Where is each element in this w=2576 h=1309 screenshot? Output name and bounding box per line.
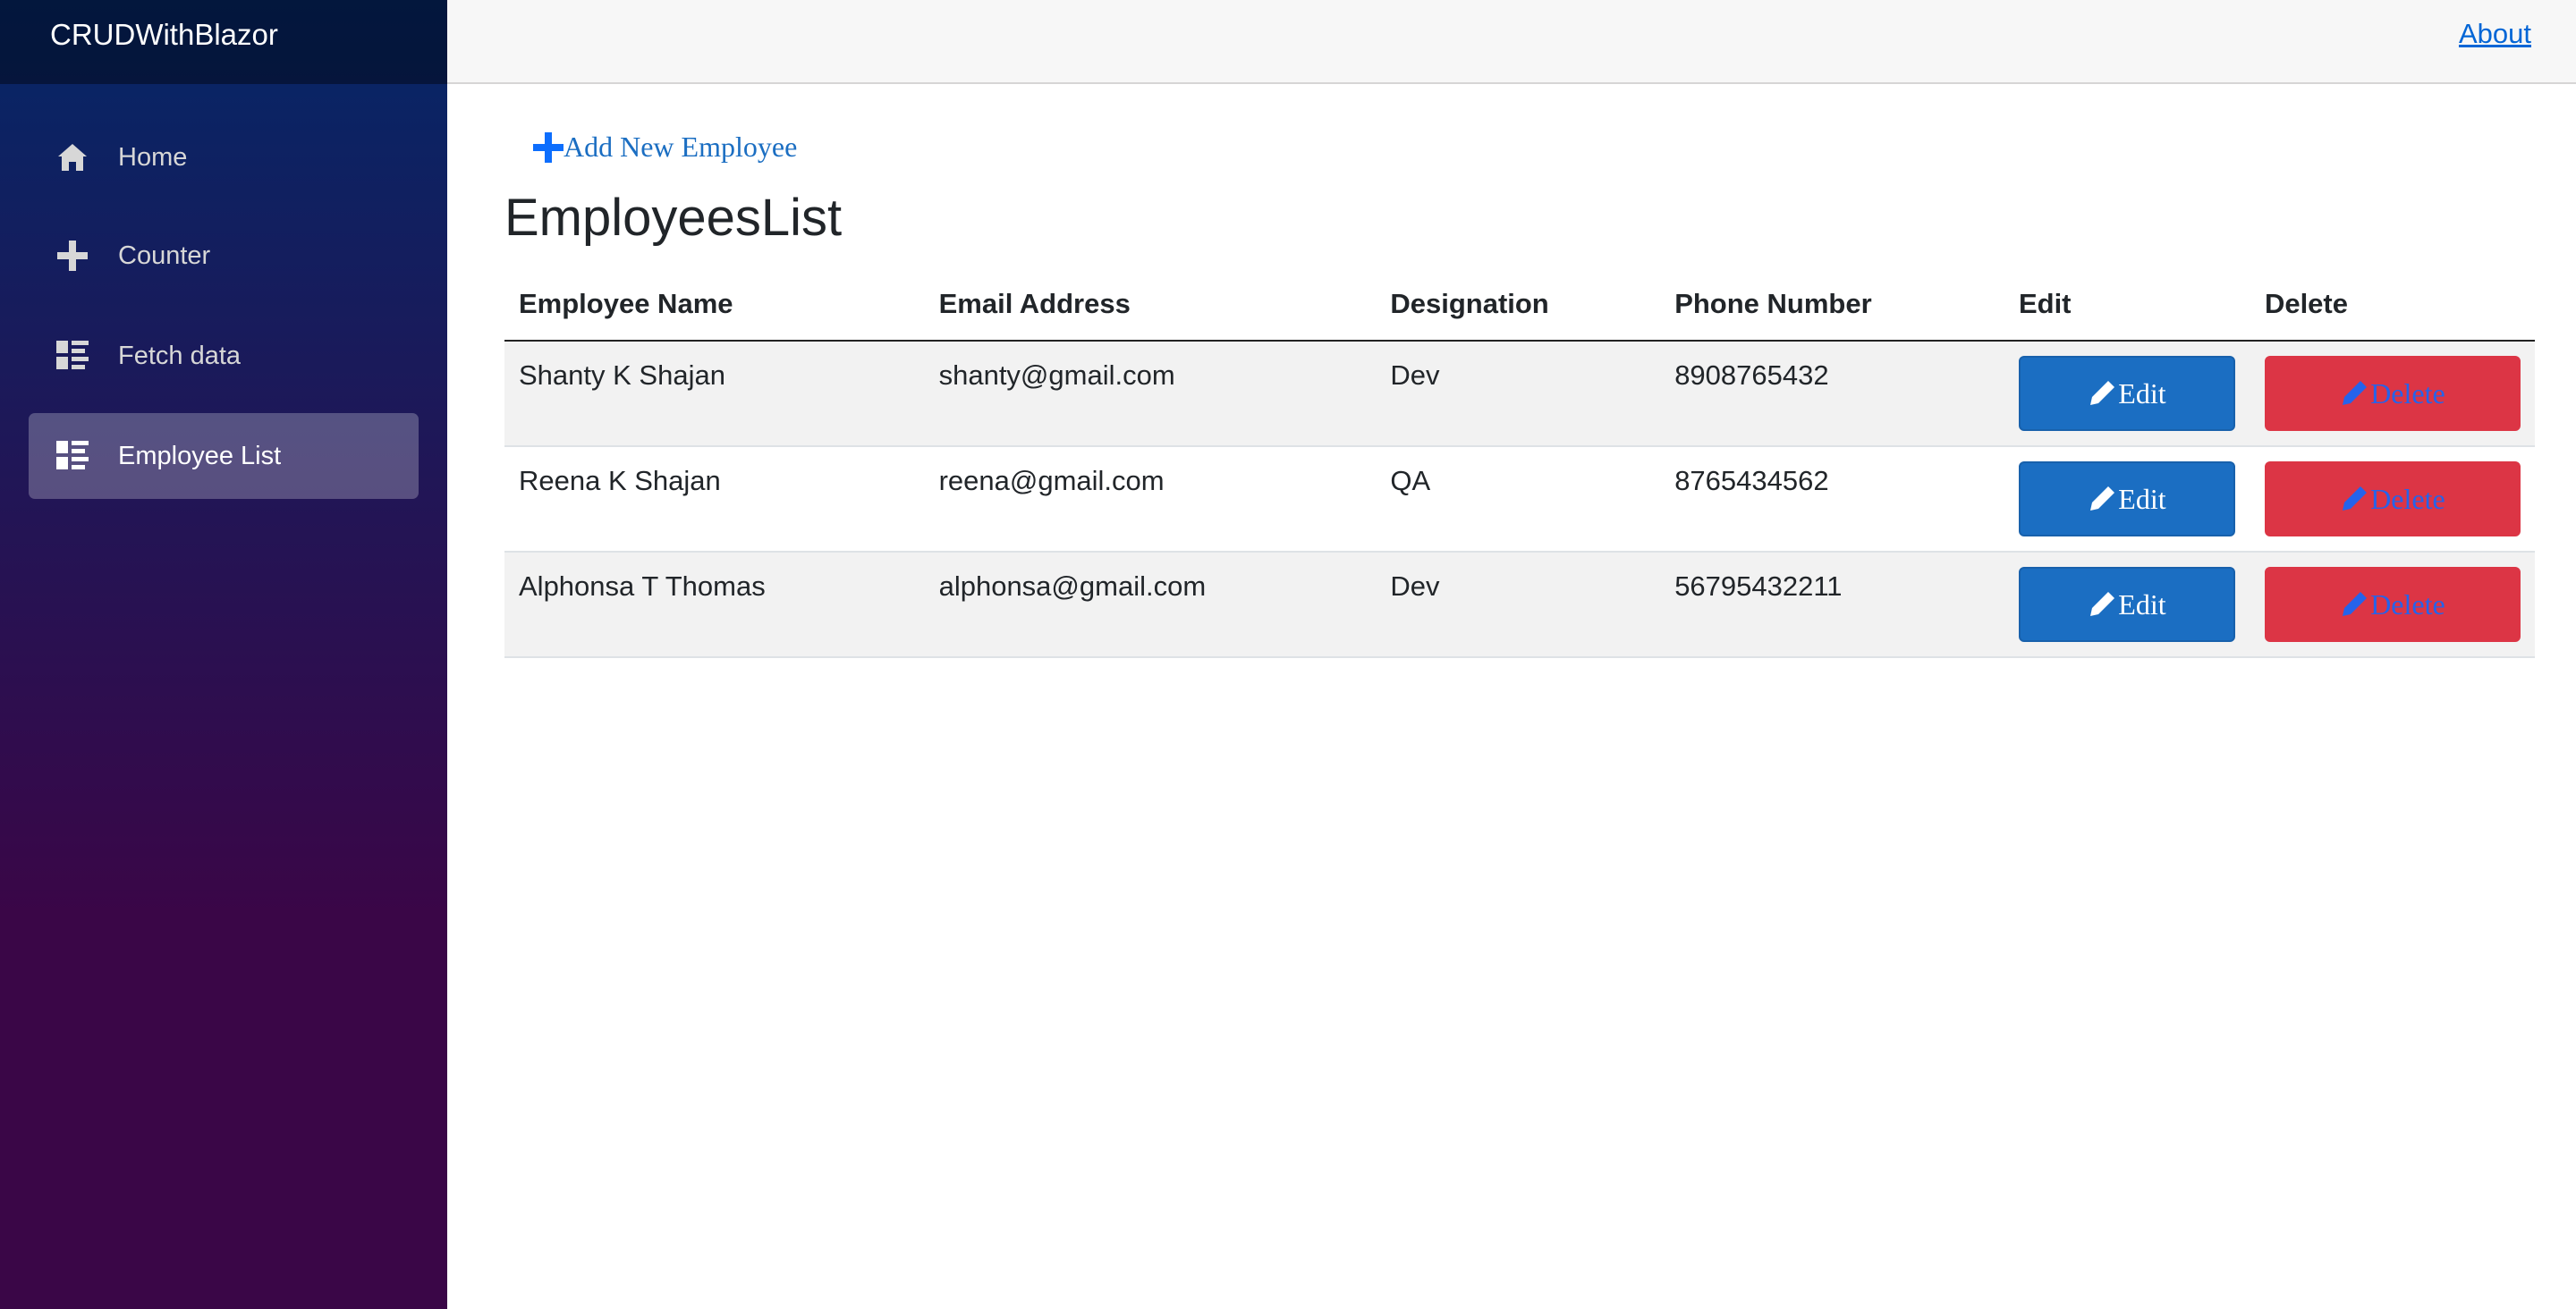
employee-designation: Dev <box>1390 570 1440 602</box>
delete-cell: Delete <box>2250 552 2535 658</box>
plus-icon <box>55 239 89 273</box>
table-row: Reena K Shajan reena@gmail.com QA 876543… <box>504 446 2535 553</box>
edit-button-label: Edit <box>2118 482 2166 515</box>
edit-cell: Edit <box>2004 446 2250 553</box>
about-link[interactable]: About <box>2459 18 2531 50</box>
employee-phone: 56795432211 <box>1674 570 1843 602</box>
phone-cell: 8765434562 <box>1660 446 2004 553</box>
pencil-icon <box>2088 485 2116 513</box>
edit-button[interactable]: Edit <box>2018 567 2235 642</box>
pencil-icon <box>2340 590 2368 619</box>
employee-name-cell: Shanty K Shajan <box>504 341 925 447</box>
employee-table: Employee Name Email Address Designation … <box>504 268 2535 658</box>
sidebar: CRUDWithBlazor Home Counter Fetch data E… <box>0 0 447 1309</box>
employee-phone: 8908765432 <box>1674 359 1829 391</box>
edit-button-label: Edit <box>2118 587 2166 621</box>
page-title: EmployeesList <box>504 189 843 247</box>
home-icon <box>55 140 89 174</box>
sidebar-item-label: Employee List <box>118 441 282 470</box>
column-header-designation: Designation <box>1376 268 1661 342</box>
list-icon <box>55 439 89 473</box>
pencil-icon <box>2340 379 2368 408</box>
pencil-icon <box>2088 379 2116 408</box>
edit-button[interactable]: Edit <box>2018 461 2235 536</box>
employee-designation: QA <box>1390 465 1431 496</box>
sidebar-item-label: Fetch data <box>118 341 242 370</box>
column-header-edit: Edit <box>2004 268 2250 342</box>
sidebar-item-fetch-data[interactable]: Fetch data <box>29 313 419 399</box>
phone-cell: 56795432211 <box>1660 552 2004 658</box>
add-new-employee-label: Add New Employee <box>564 131 798 163</box>
delete-button[interactable]: Delete <box>2264 567 2521 642</box>
designation-cell: Dev <box>1376 552 1661 658</box>
employee-name: Reena K Shajan <box>519 465 721 496</box>
edit-button-label: Edit <box>2118 376 2166 410</box>
designation-cell: QA <box>1376 446 1661 553</box>
pencil-icon <box>2340 485 2368 513</box>
plus-icon <box>533 131 564 163</box>
delete-button-label: Delete <box>2370 376 2445 410</box>
delete-cell: Delete <box>2250 341 2535 447</box>
employee-designation: Dev <box>1390 359 1440 391</box>
sidebar-item-label: Counter <box>118 241 211 270</box>
table-row: Alphonsa T Thomas alphonsa@gmail.com Dev… <box>504 552 2535 658</box>
sidebar-item-employee-list[interactable]: Employee List <box>29 413 419 499</box>
employee-name: Shanty K Shajan <box>519 359 725 391</box>
employee-name-cell: Reena K Shajan <box>504 446 925 553</box>
email-cell: shanty@gmail.com <box>924 341 1377 447</box>
delete-button-label: Delete <box>2370 482 2445 515</box>
employee-email: alphonsa@gmail.com <box>938 570 1207 602</box>
edit-cell: Edit <box>2004 341 2250 447</box>
column-header-delete: Delete <box>2250 268 2535 342</box>
employee-email: shanty@gmail.com <box>938 359 1175 391</box>
employee-name-cell: Alphonsa T Thomas <box>504 552 925 658</box>
phone-cell: 8908765432 <box>1660 341 2004 447</box>
pencil-icon <box>2088 590 2116 619</box>
brand-bar: CRUDWithBlazor <box>0 0 447 84</box>
add-new-employee-link[interactable]: Add New Employee <box>533 131 797 164</box>
table-header-row: Employee Name Email Address Designation … <box>504 268 2535 342</box>
delete-button-label: Delete <box>2370 587 2445 621</box>
column-header-phone-number: Phone Number <box>1660 268 2004 342</box>
employee-name: Alphonsa T Thomas <box>519 570 766 602</box>
list-icon <box>55 339 89 373</box>
email-cell: reena@gmail.com <box>924 446 1377 553</box>
table-row: Shanty K Shajan shanty@gmail.com Dev 890… <box>504 341 2535 447</box>
column-header-email-address: Email Address <box>924 268 1377 342</box>
delete-cell: Delete <box>2250 446 2535 553</box>
edit-cell: Edit <box>2004 552 2250 658</box>
designation-cell: Dev <box>1376 341 1661 447</box>
top-row: About <box>447 0 2576 84</box>
edit-button[interactable]: Edit <box>2018 356 2235 431</box>
app-brand-link[interactable]: CRUDWithBlazor <box>50 18 278 52</box>
delete-button[interactable]: Delete <box>2264 356 2521 431</box>
email-cell: alphonsa@gmail.com <box>924 552 1377 658</box>
delete-button[interactable]: Delete <box>2264 461 2521 536</box>
employee-phone: 8765434562 <box>1674 465 1829 496</box>
sidebar-item-counter[interactable]: Counter <box>29 213 419 299</box>
sidebar-item-label: Home <box>118 142 188 172</box>
employee-email: reena@gmail.com <box>938 465 1165 496</box>
column-header-employee-name: Employee Name <box>504 268 925 342</box>
sidebar-item-home[interactable]: Home <box>29 114 419 200</box>
